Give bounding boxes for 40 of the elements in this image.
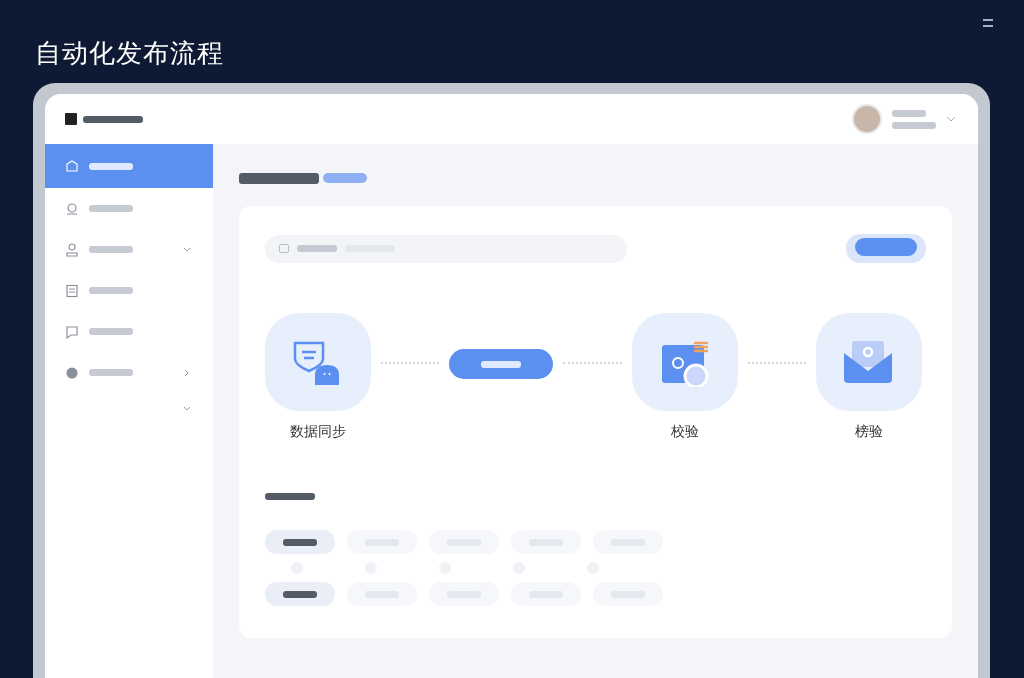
blurred-text xyxy=(89,287,133,294)
blurred-text xyxy=(297,245,337,252)
dotted-connector xyxy=(747,362,806,364)
blurred-text xyxy=(283,590,317,598)
dotted-connector xyxy=(563,362,622,364)
blurred-text xyxy=(481,360,522,368)
blurred-text xyxy=(89,328,133,335)
blurred-text xyxy=(283,538,317,546)
avatar[interactable] xyxy=(852,104,882,134)
search-field[interactable] xyxy=(265,234,627,263)
blurred-text xyxy=(89,162,133,170)
blurred-text xyxy=(89,246,133,253)
step-label: 数据同步 xyxy=(290,423,346,441)
person-icon xyxy=(65,201,79,216)
blurred-text xyxy=(83,115,143,123)
caret-icon[interactable] xyxy=(946,116,956,122)
action-button[interactable] xyxy=(855,238,917,256)
status-tag xyxy=(323,173,367,183)
slide-title: 自动化发布流程 xyxy=(35,37,224,70)
blurred-text xyxy=(265,493,315,500)
circle-icon xyxy=(65,365,79,380)
chat-icon xyxy=(65,324,79,339)
blurred-text xyxy=(89,205,133,212)
step-label: 校验 xyxy=(670,423,699,441)
step-button[interactable] xyxy=(449,349,554,379)
blurred-text xyxy=(892,121,936,129)
field-icon xyxy=(279,244,289,253)
logo-icon xyxy=(65,113,77,125)
sidebar-item[interactable] xyxy=(45,144,213,188)
step-label: 榜验 xyxy=(855,423,883,441)
filter-chip[interactable] xyxy=(265,530,335,554)
blurred-text xyxy=(892,109,926,117)
blurred-text xyxy=(89,369,133,376)
menu-icon[interactable] xyxy=(982,18,994,28)
home-icon xyxy=(65,159,79,173)
user-icon xyxy=(65,242,79,257)
dotted-connector xyxy=(381,362,440,364)
document-icon xyxy=(65,283,79,298)
filter-chip[interactable] xyxy=(265,582,335,606)
chevron-down-icon xyxy=(183,405,191,413)
